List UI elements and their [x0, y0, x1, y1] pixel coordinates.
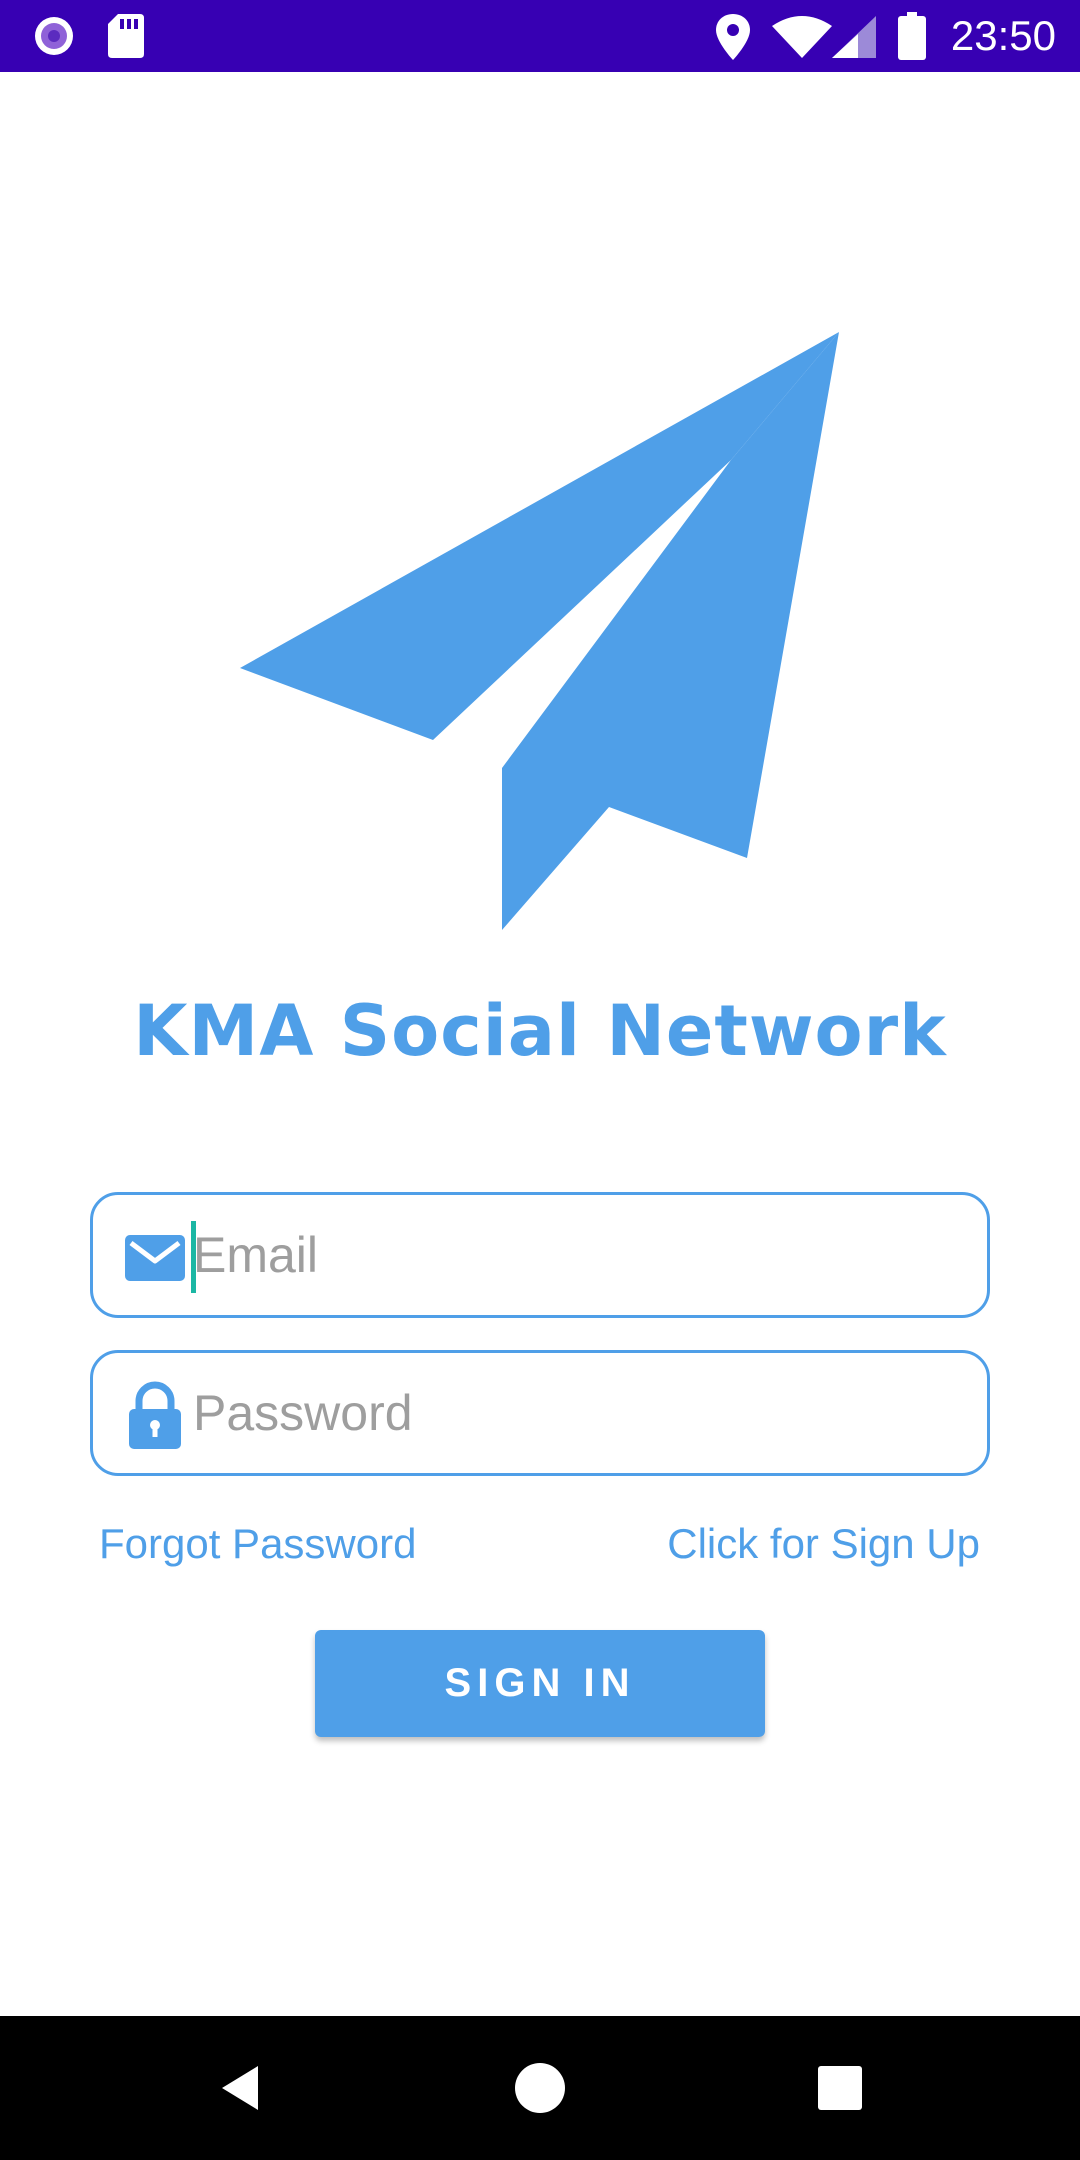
lock-icon — [129, 1381, 181, 1449]
navigation-bar — [0, 2016, 1080, 2160]
forgot-password-link[interactable]: Forgot Password — [99, 1520, 416, 1568]
sd-card-icon — [108, 14, 144, 58]
email-field[interactable] — [193, 1205, 963, 1305]
sign-up-link[interactable]: Click for Sign Up — [667, 1520, 980, 1568]
battery-icon — [898, 12, 926, 60]
password-field-container[interactable] — [90, 1350, 990, 1476]
home-icon[interactable] — [510, 2058, 570, 2118]
status-time: 23:50 — [950, 12, 1056, 59]
login-screen: 23:50 KMA Social Network Forgot Password… — [0, 0, 1080, 2160]
wifi-icon — [772, 16, 832, 58]
email-field-container[interactable] — [90, 1192, 990, 1318]
recents-icon[interactable] — [810, 2058, 870, 2118]
back-icon[interactable] — [210, 2058, 270, 2118]
text-cursor — [191, 1221, 196, 1293]
app-title: KMA Social Network — [133, 990, 947, 1072]
status-bar: 23:50 — [0, 0, 1080, 72]
paper-plane-icon — [240, 332, 839, 930]
location-icon — [716, 14, 750, 60]
mail-icon — [125, 1235, 185, 1281]
sign-in-button[interactable]: SIGN IN — [315, 1630, 765, 1737]
password-field[interactable] — [193, 1363, 963, 1463]
notification-circle-icon — [35, 17, 73, 55]
cell-signal-icon — [832, 16, 876, 58]
